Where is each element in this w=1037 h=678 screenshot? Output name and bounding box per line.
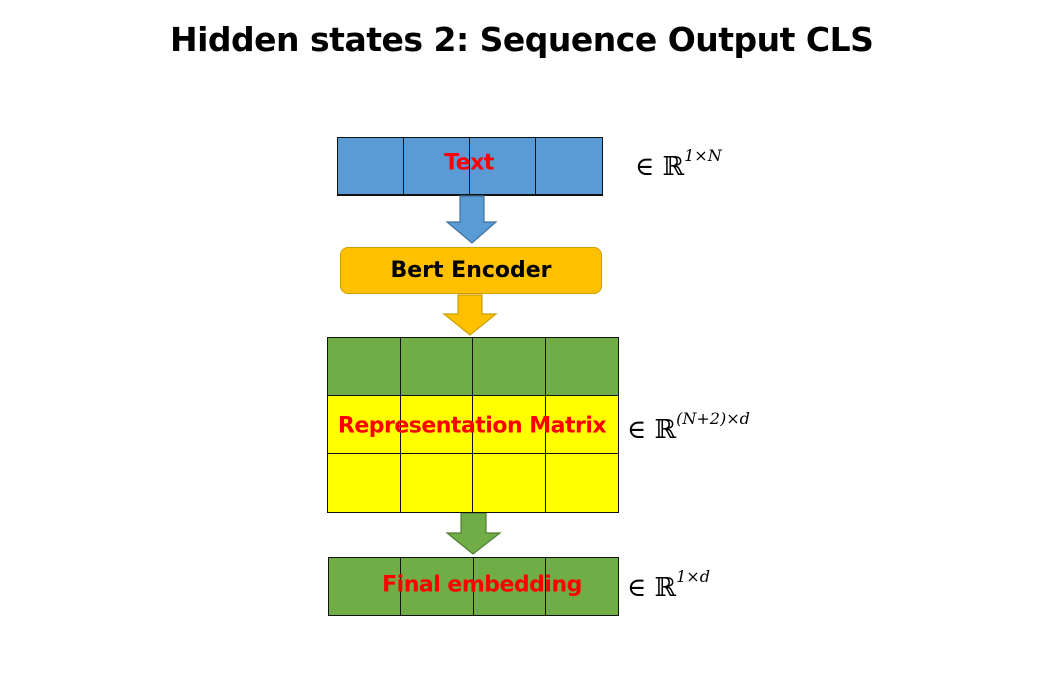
cls-cell xyxy=(473,338,546,396)
dim-sup: 1×d xyxy=(676,567,710,586)
matrix-cell xyxy=(546,454,619,512)
matrix-cell xyxy=(328,454,401,512)
cls-cell xyxy=(400,338,473,396)
arrow-down-icon xyxy=(445,195,498,244)
final-embedding-label: Final embedding xyxy=(382,572,582,598)
output-dimension: ∈ ℝ1×d xyxy=(627,567,710,603)
dim-prefix: ∈ ℝ xyxy=(627,415,677,445)
matrix-cell xyxy=(401,454,473,512)
matrix-label: Representation Matrix xyxy=(337,413,607,439)
dim-prefix: ∈ ℝ xyxy=(627,573,677,603)
matrix-dimension: ∈ ℝ(N+2)×d xyxy=(627,409,750,445)
arrow-down-icon xyxy=(445,512,502,555)
cls-cell xyxy=(545,338,618,396)
arrow-down-icon xyxy=(442,294,498,336)
cls-cell xyxy=(328,338,401,396)
bert-encoder-box: Bert Encoder xyxy=(340,247,602,294)
matrix-cell xyxy=(473,454,546,512)
dim-sup: (N+2)×d xyxy=(676,409,750,428)
